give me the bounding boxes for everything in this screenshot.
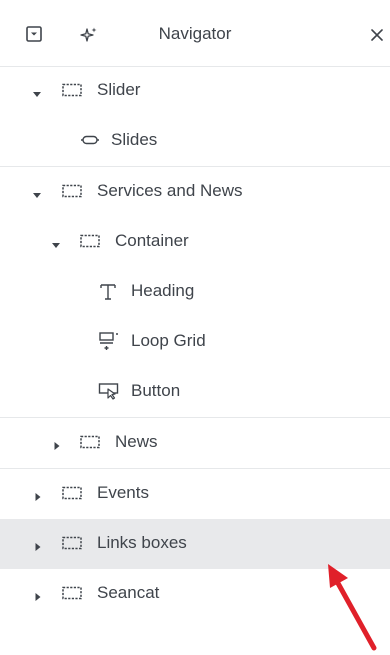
tree-item-label: Container	[115, 231, 189, 250]
tree-item-slider[interactable]: Slider	[0, 66, 390, 116]
navigator-tree: Slider Slides Services and News Containe…	[0, 66, 390, 619]
caret-down-icon[interactable]	[32, 84, 42, 97]
container-icon	[80, 231, 100, 251]
tree-item-label: News	[115, 432, 158, 451]
close-icon[interactable]	[369, 27, 385, 43]
tree-item-heading[interactable]: Heading	[0, 267, 390, 317]
tree-item-label: Loop Grid	[131, 331, 206, 350]
tree-item-container[interactable]: Container	[0, 217, 390, 267]
tree-item-label: Heading	[131, 281, 195, 300]
tree-item-events[interactable]: Events	[0, 469, 390, 519]
caret-down-icon[interactable]	[51, 235, 61, 248]
slides-widget-icon	[80, 130, 100, 150]
tree-item-label: Button	[131, 381, 181, 400]
caret-down-icon[interactable]	[32, 185, 42, 198]
container-icon	[62, 80, 82, 100]
container-icon	[62, 533, 82, 553]
container-icon	[62, 483, 82, 503]
tree-item-label: Events	[97, 483, 149, 502]
container-icon	[62, 181, 82, 201]
navigator-header: Navigator	[0, 0, 390, 67]
caret-right-icon[interactable]	[33, 487, 43, 501]
tree-item-label: Slides	[111, 130, 158, 149]
caret-right-icon[interactable]	[33, 537, 43, 551]
tree-item-loop-grid[interactable]: Loop Grid	[0, 317, 390, 367]
tree-item-label: Services and News	[97, 181, 243, 200]
tree-item-label: Links boxes	[97, 533, 187, 552]
navigator-title: Navigator	[158, 24, 232, 43]
loop-grid-widget-icon	[98, 331, 120, 351]
button-widget-icon	[98, 381, 120, 401]
tree-item-label: Seancat	[97, 583, 160, 602]
tree-item-button[interactable]: Button	[0, 367, 390, 418]
tree-item-slides[interactable]: Slides	[0, 116, 390, 167]
tree-item-label: Slider	[97, 80, 141, 99]
red-arrow-icon	[328, 564, 377, 651]
tree-item-services-and-news[interactable]: Services and News	[0, 167, 390, 217]
container-icon	[62, 583, 82, 603]
heading-widget-icon	[98, 281, 118, 301]
caret-right-icon[interactable]	[33, 587, 43, 601]
container-icon	[80, 432, 100, 452]
tree-item-news[interactable]: News	[0, 418, 390, 469]
caret-right-icon[interactable]	[52, 436, 62, 450]
